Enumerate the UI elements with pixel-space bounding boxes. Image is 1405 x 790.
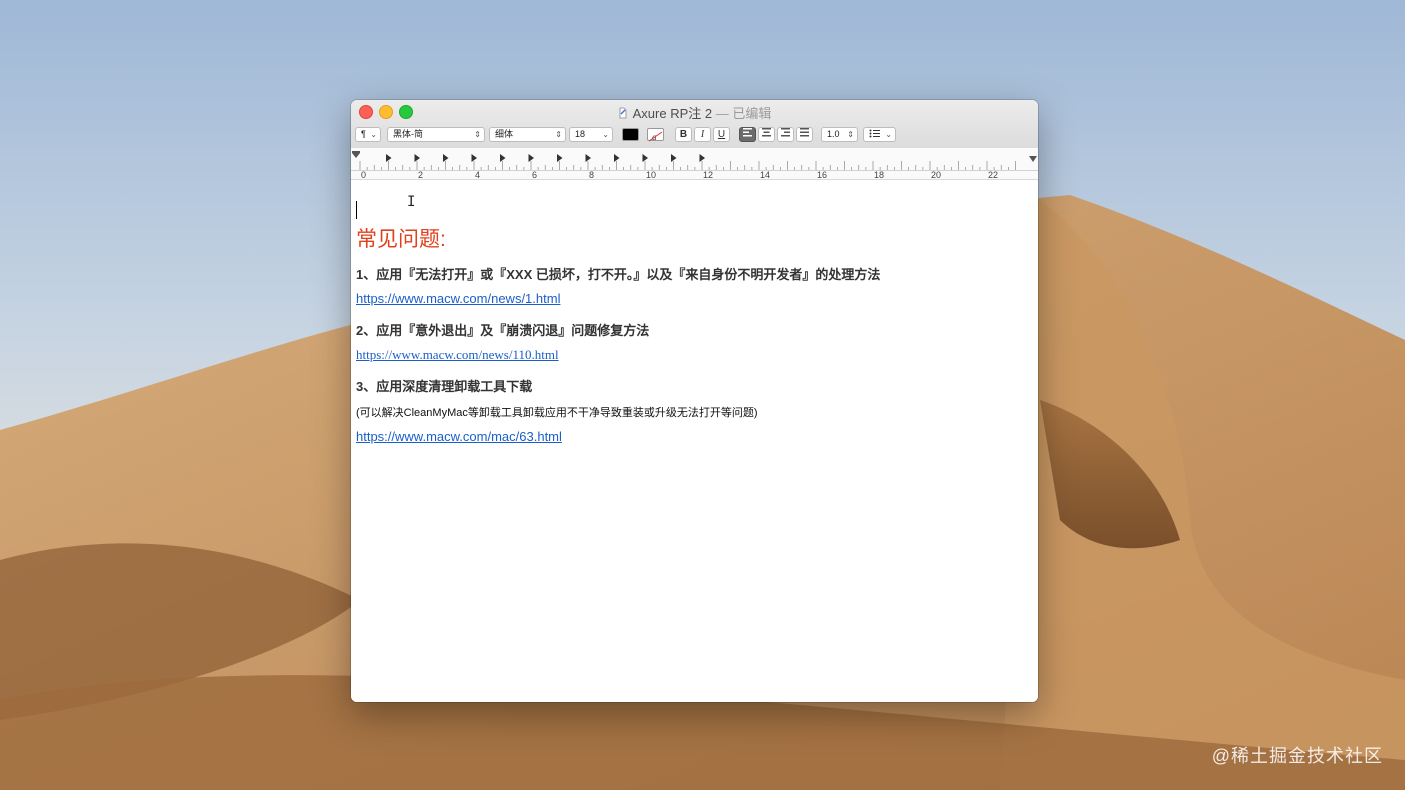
- tab-stop-marker[interactable]: [614, 154, 620, 162]
- font-weight-value: 细体: [495, 129, 514, 139]
- ruler-label: 14: [760, 170, 770, 179]
- tab-stop-marker[interactable]: [443, 154, 449, 162]
- align-left-button[interactable]: [739, 127, 756, 142]
- updown-arrows-icon: ⇕: [474, 130, 481, 139]
- tab-stop-marker[interactable]: [557, 154, 563, 162]
- font-weight-popup[interactable]: 细体 ⇕: [489, 127, 566, 142]
- ruler-label: 20: [931, 170, 941, 179]
- paragraph-style-popup[interactable]: ¶ ⌄: [355, 127, 381, 142]
- justify-icon: [800, 128, 809, 137]
- italic-button[interactable]: I: [694, 127, 711, 142]
- bold-button[interactable]: B: [675, 127, 692, 142]
- align-right-button[interactable]: [777, 127, 794, 142]
- text-cursor: [356, 201, 357, 219]
- tab-stop-marker[interactable]: [671, 154, 677, 162]
- document-icon: [619, 107, 627, 119]
- paragraph-style-value: ¶: [361, 129, 366, 139]
- chevron-down-icon: ⌄: [370, 130, 377, 139]
- tab-stop-marker[interactable]: [642, 154, 649, 162]
- tab-stop-marker[interactable]: [414, 154, 421, 162]
- font-size-value: 18: [575, 129, 586, 139]
- highlight-a-icon: a: [648, 131, 663, 142]
- title-separator: —: [712, 106, 733, 121]
- align-right-icon: [781, 128, 790, 137]
- ruler-label: 10: [646, 170, 656, 179]
- chevron-down-icon: ⌄: [602, 130, 609, 139]
- right-margin-marker[interactable]: [1029, 156, 1037, 162]
- window-title-text: Axure RP注 2: [632, 106, 713, 121]
- faq-heading: 常见问题:: [356, 228, 446, 251]
- faq-link-3[interactable]: https://www.macw.com/mac/63.html: [356, 429, 562, 444]
- ruler[interactable]: 0 2 4 6 8 10 12 14 16 18 20 22: [351, 148, 1038, 180]
- tab-stop-marker[interactable]: [528, 154, 535, 162]
- document-text-area[interactable]: I 常见问题: 1、应用『无法打开』或『XXX 已损坏，打不开。』以及『来自身份…: [351, 180, 1038, 702]
- ruler-scale[interactable]: 0 2 4 6 8 10 12 14 16 18 20 22: [351, 148, 1038, 179]
- window-title: Axure RP注 2 — 已编辑: [351, 103, 1038, 122]
- ruler-label: 6: [532, 170, 537, 179]
- line-spacing-value: 1.0: [827, 129, 840, 139]
- faq-link-1[interactable]: https://www.macw.com/news/1.html: [356, 291, 560, 306]
- tab-stop-marker[interactable]: [471, 154, 478, 162]
- textedit-window: Axure RP注 2 — 已编辑 ¶ ⌄ 黑体-简 ⇕ 细体 ⇕ 18 ⌄ B…: [351, 100, 1038, 702]
- faq-item-3: 3、应用深度清理卸载工具下载: [356, 379, 533, 394]
- bullet-list-icon: [869, 129, 880, 138]
- ruler-label: 4: [475, 170, 480, 179]
- line-spacing-popup[interactable]: 1.0 ⇕: [821, 127, 858, 142]
- background-color-well[interactable]: a: [647, 128, 664, 142]
- list-style-popup[interactable]: ⌄: [863, 127, 896, 142]
- ruler-label: 12: [703, 170, 713, 179]
- tab-stop-marker[interactable]: [699, 154, 706, 162]
- ruler-label: 8: [589, 170, 594, 179]
- format-bar: ¶ ⌄ 黑体-简 ⇕ 细体 ⇕ 18 ⌄ a B: [351, 126, 1038, 146]
- updown-arrows-icon: ⇕: [847, 130, 854, 139]
- font-size-combo[interactable]: 18 ⌄: [569, 127, 613, 142]
- align-center-button[interactable]: [758, 127, 775, 142]
- ibeam-cursor-icon: I: [407, 194, 416, 210]
- justify-button[interactable]: [796, 127, 813, 142]
- faq-item-2: 2、应用『意外退出』及『崩溃闪退』问题修复方法: [356, 323, 650, 338]
- ruler-label: 0: [361, 170, 366, 179]
- ruler-label: 16: [817, 170, 827, 179]
- align-center-icon: [762, 128, 771, 137]
- ruler-label: 22: [988, 170, 998, 179]
- tab-stop-marker[interactable]: [585, 154, 592, 162]
- edited-status[interactable]: 已编辑: [732, 106, 771, 121]
- align-left-icon: [743, 128, 752, 137]
- title-bar[interactable]: Axure RP注 2 — 已编辑 ¶ ⌄ 黑体-简 ⇕ 细体 ⇕ 18 ⌄ B…: [351, 100, 1038, 149]
- ruler-label: 18: [874, 170, 884, 179]
- underline-button[interactable]: U: [713, 127, 730, 142]
- ruler-label: 2: [418, 170, 423, 179]
- faq-item-1: 1、应用『无法打开』或『XXX 已损坏，打不开。』以及『来自身份不明开发者』的处…: [356, 267, 881, 282]
- tab-stop-marker[interactable]: [500, 154, 506, 162]
- watermark: @稀土掘金技术社区: [1211, 746, 1383, 766]
- font-family-popup[interactable]: 黑体-简 ⇕: [387, 127, 485, 142]
- faq-link-2[interactable]: https://www.macw.com/news/110.html: [356, 347, 559, 363]
- first-line-indent-marker[interactable]: [352, 151, 360, 153]
- chevron-down-icon: ⌄: [885, 130, 892, 139]
- tab-stop-marker[interactable]: [386, 154, 392, 162]
- font-family-value: 黑体-简: [393, 129, 423, 139]
- text-color-well[interactable]: [622, 128, 639, 141]
- updown-arrows-icon: ⇕: [555, 130, 562, 139]
- faq-note-3: (可以解决CleanMyMac等卸载工具卸载应用不干净导致重装或升级无法打开等问…: [356, 407, 758, 419]
- left-indent-marker[interactable]: [352, 153, 360, 158]
